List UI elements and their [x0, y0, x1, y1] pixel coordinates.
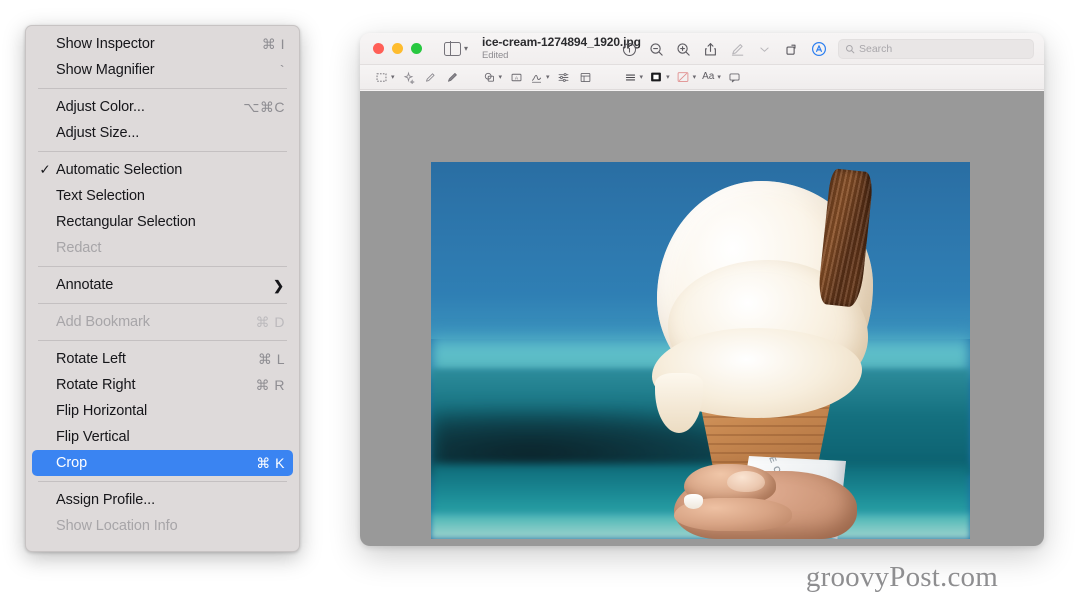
menu-item-label: Automatic Selection [56, 162, 183, 178]
context-menu[interactable]: Show Inspector ⌘ I Show Magnifier ` Adjust C… [25, 25, 300, 552]
menu-item-adjust-size[interactable]: Adjust Size... [32, 120, 293, 146]
menu-item-redact: Redact [32, 235, 293, 261]
menu-item-flip-horizontal[interactable]: Flip Horizontal [32, 398, 293, 424]
menu-item-rotate-left[interactable]: Rotate Left ⌘ L [32, 346, 293, 372]
menu-item-annotate[interactable]: Annotate ❯ [32, 272, 293, 298]
minimize-button[interactable] [392, 43, 403, 54]
document-canvas[interactable]: VANILLA ICE CREAM [360, 91, 1044, 546]
menu-item-shortcut: ⌘ K [256, 454, 285, 471]
sign-tool[interactable]: ▾ [527, 66, 553, 88]
markup-pen-icon[interactable] [724, 37, 751, 61]
menu-item-label: Flip Horizontal [56, 403, 148, 419]
annotate-icon[interactable] [805, 37, 832, 61]
menu-item-crop[interactable]: Crop ⌘ K [32, 450, 293, 476]
chevron-down-icon: ▾ [717, 73, 721, 81]
sidebar-toggle-button[interactable]: ▾ [444, 41, 469, 56]
menu-item-shortcut: ⌘ D [255, 313, 285, 330]
menu-separator [38, 481, 287, 482]
menu-item-label: Redact [56, 240, 102, 256]
zoom-out-icon[interactable] [643, 37, 670, 61]
zoom-in-icon[interactable] [670, 37, 697, 61]
chevron-down-icon: ▾ [546, 73, 550, 81]
menu-item-label: Rectangular Selection [56, 214, 196, 230]
menu-item-label: Rotate Right [56, 377, 136, 393]
close-button[interactable] [373, 43, 384, 54]
menu-item-text-selection[interactable]: Text Selection [32, 183, 293, 209]
photo-content: VANILLA ICE CREAM [431, 162, 970, 539]
sketch-tool[interactable] [420, 66, 442, 88]
menu-item-rectangular-selection[interactable]: Rectangular Selection [32, 209, 293, 235]
menu-separator [38, 303, 287, 304]
menu-item-adjust-color[interactable]: Adjust Color... ⌥⌘C [32, 94, 293, 120]
menu-item-label: Adjust Size... [56, 125, 140, 141]
text-box-tool[interactable]: A [505, 66, 527, 88]
share-icon[interactable] [697, 37, 724, 61]
rotate-icon[interactable] [778, 37, 805, 61]
border-color-tool[interactable]: ▾ [646, 66, 673, 88]
menu-item-automatic-selection[interactable]: ✓ Automatic Selection [32, 157, 293, 183]
chevron-down-icon: ▾ [464, 43, 469, 53]
toolbar-right[interactable]: Search [616, 33, 1034, 65]
search-input[interactable]: Search [838, 39, 1034, 59]
fill-color-tool[interactable]: ▾ [673, 66, 700, 88]
menu-item-label: Crop [56, 455, 88, 471]
menu-item-shortcut: ⌘ R [255, 376, 285, 393]
menu-item-assign-profile[interactable]: Assign Profile... [32, 487, 293, 513]
text-style-tool[interactable]: Aa ▾ [699, 66, 724, 88]
chevron-down-icon: ▾ [666, 73, 670, 81]
note-tool[interactable] [724, 66, 746, 88]
chevron-down-icon: ▾ [498, 73, 503, 81]
menu-item-label: Add Bookmark [56, 314, 150, 330]
menu-item-label: Rotate Left [56, 351, 126, 367]
menu-item-rotate-right[interactable]: Rotate Right ⌘ R [32, 372, 293, 398]
draw-tool[interactable] [442, 66, 464, 88]
menu-item-label: Show Magnifier [56, 62, 155, 78]
menu-item-show-location-info: Show Location Info [32, 513, 293, 539]
menu-item-shortcut: ⌥⌘C [243, 98, 285, 115]
menu-item-label: Show Location Info [56, 518, 178, 534]
info-icon[interactable] [616, 37, 643, 61]
menu-separator [38, 266, 287, 267]
menu-item-label: Adjust Color... [56, 99, 145, 115]
watermark: groovyPost.com [805, 561, 998, 593]
chevron-down-icon: ▾ [391, 73, 395, 81]
chevron-down-icon[interactable] [751, 37, 778, 61]
instant-alpha-tool[interactable] [398, 66, 420, 88]
menu-item-label: Annotate [56, 277, 114, 293]
menu-separator [38, 151, 287, 152]
ice-cream-photo[interactable]: VANILLA ICE CREAM [431, 162, 970, 539]
menu-item-label: Assign Profile... [56, 492, 156, 508]
zoom-button[interactable] [411, 43, 422, 54]
adjust-size-tool[interactable] [575, 66, 597, 88]
chevron-down-icon: ▾ [692, 73, 697, 81]
preview-window[interactable]: ▾ ice-cream-1274894_1920.jpg Edited Sear… [360, 33, 1044, 546]
chevron-right-icon: ❯ [273, 277, 284, 293]
adjust-color-tool[interactable] [553, 66, 575, 88]
chevron-down-icon: ▾ [639, 73, 644, 81]
search-icon [846, 45, 855, 54]
menu-item-show-inspector[interactable]: Show Inspector ⌘ I [32, 31, 293, 57]
search-placeholder: Search [859, 43, 893, 55]
menu-item-add-bookmark: Add Bookmark ⌘ D [32, 309, 293, 335]
shapes-tool[interactable]: ▾ [480, 66, 506, 88]
shape-style-tool[interactable]: ▾ [621, 66, 647, 88]
photo-thumbnail-nail [727, 471, 766, 492]
menu-item-label: Flip Vertical [56, 429, 130, 445]
menu-item-label: Text Selection [56, 188, 145, 204]
menu-item-flip-vertical[interactable]: Flip Vertical [32, 424, 293, 450]
checkmark-icon: ✓ [39, 162, 51, 178]
sidebar-icon [444, 41, 461, 56]
menu-item-shortcut: ` [279, 62, 285, 78]
menu-separator [38, 340, 287, 341]
menu-item-show-magnifier[interactable]: Show Magnifier ` [32, 57, 293, 83]
menu-item-shortcut: ⌘ L [257, 350, 285, 367]
markup-toolbar[interactable]: ▾ ▾ A ▾ ▾ ▾ ▾ Aa ▾ [360, 65, 1044, 90]
window-titlebar[interactable]: ▾ ice-cream-1274894_1920.jpg Edited Sear… [360, 33, 1044, 65]
menu-separator [38, 88, 287, 89]
photo-melted-drop [684, 493, 704, 509]
traffic-lights[interactable] [360, 43, 422, 54]
menu-item-label: Show Inspector [56, 36, 155, 52]
menu-item-shortcut: ⌘ I [261, 35, 285, 52]
selection-tool[interactable]: ▾ [372, 66, 398, 88]
